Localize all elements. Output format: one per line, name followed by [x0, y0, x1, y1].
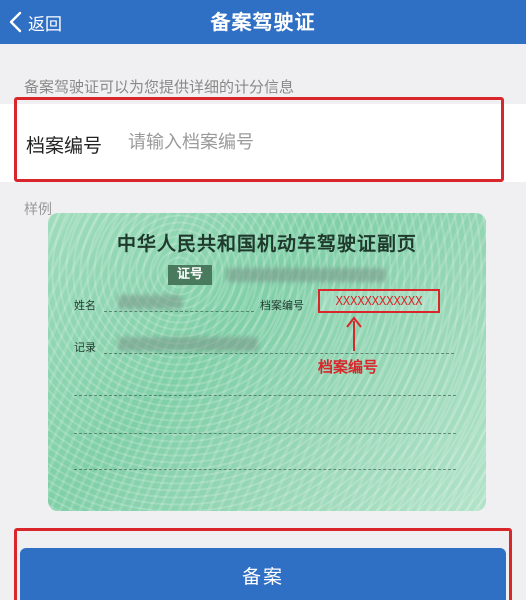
blurred-cert-number: [226, 268, 386, 282]
app-header: 返回 备案驾驶证: [0, 0, 526, 44]
name-line: [104, 311, 254, 312]
file-number-annotation: 档案编号: [318, 358, 379, 376]
file-number-sample-value: XXXXXXXXXXXX: [318, 289, 440, 313]
file-number-label: 档案编号: [26, 135, 103, 157]
record-label: 记录: [74, 341, 96, 354]
submit-button[interactable]: 备案: [20, 548, 506, 600]
blurred-name: [118, 295, 182, 309]
hint-text: 备案驾驶证可以为您提供详细的计分信息: [24, 78, 295, 96]
cert-badge: 证号: [168, 265, 212, 285]
file-number-sample-label: 档案编号: [260, 299, 304, 312]
file-number-input[interactable]: [120, 124, 490, 160]
page-title: 备案驾驶证: [210, 10, 316, 34]
blurred-record: [118, 337, 258, 351]
card-title: 中华人民共和国机动车驾驶证副页: [116, 233, 417, 255]
record-line-1: [104, 353, 454, 354]
record-line-4: [74, 469, 456, 470]
up-arrow-icon: [346, 316, 362, 351]
sample-label: 样例: [24, 202, 52, 218]
record-line-3: [74, 433, 456, 434]
sample-license-image: 中华人民共和国机动车驾驶证副页 证号 姓名 档案编号 XXXXXXXXXXXX …: [48, 213, 486, 511]
name-label: 姓名: [74, 299, 96, 312]
record-line-2: [74, 395, 456, 396]
